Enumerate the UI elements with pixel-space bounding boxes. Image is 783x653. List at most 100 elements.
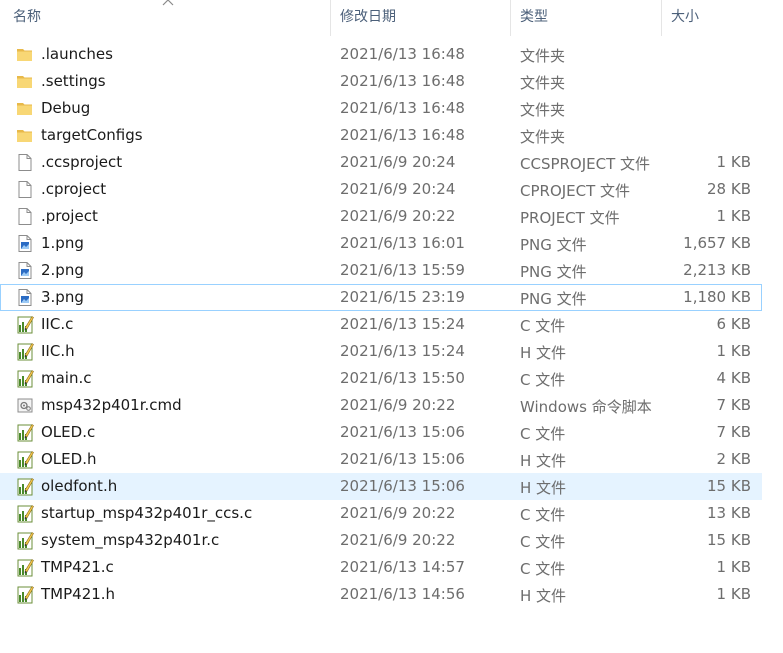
file-row[interactable]: 1.png 2021/6/13 16:01 PNG 文件 1,657 KB — [0, 230, 762, 257]
file-name: oledfont.h — [41, 477, 118, 495]
file-row[interactable]: OLED.c 2021/6/13 15:06 C 文件 7 KB — [0, 419, 762, 446]
blank-file-icon — [16, 180, 34, 199]
file-modified-date: 2021/6/13 15:06 — [340, 423, 465, 441]
file-row[interactable]: targetConfigs 2021/6/13 16:48 文件夹 — [0, 122, 762, 149]
folder-icon — [16, 99, 34, 118]
file-type: C 文件 — [520, 317, 566, 335]
source-file-icon — [16, 504, 34, 523]
source-file-icon — [16, 477, 34, 496]
file-type: CPROJECT 文件 — [520, 182, 631, 200]
file-row[interactable]: oledfont.h 2021/6/13 15:06 H 文件 15 KB — [0, 473, 762, 500]
file-row[interactable]: TMP421.h 2021/6/13 14:56 H 文件 1 KB — [0, 581, 762, 608]
column-header-type[interactable]: 类型 — [511, 0, 662, 36]
file-name: startup_msp432p401r_ccs.c — [41, 504, 253, 522]
file-size: 28 KB — [707, 180, 751, 198]
source-file-icon — [16, 558, 34, 577]
file-modified-date: 2021/6/13 16:48 — [340, 72, 465, 90]
file-row[interactable]: IIC.h 2021/6/13 15:24 H 文件 1 KB — [0, 338, 762, 365]
file-row[interactable]: .ccsproject 2021/6/9 20:24 CCSPROJECT 文件 1 … — [0, 149, 762, 176]
file-modified-date: 2021/6/13 15:24 — [340, 315, 465, 333]
file-row[interactable]: system_msp432p401r.c 2021/6/9 20:22 C 文件 15… — [0, 527, 762, 554]
file-row[interactable]: TMP421.c 2021/6/13 14:57 C 文件 1 KB — [0, 554, 762, 581]
source-file-icon — [16, 531, 34, 550]
column-header-size-label: 大小 — [671, 9, 699, 25]
file-modified-date: 2021/6/13 16:48 — [340, 99, 465, 117]
file-name: main.c — [41, 369, 92, 387]
file-modified-date: 2021/6/13 16:48 — [340, 126, 465, 144]
file-modified-date: 2021/6/9 20:22 — [340, 207, 456, 225]
file-modified-date: 2021/6/13 15:24 — [340, 342, 465, 360]
file-row[interactable]: 3.png 2021/6/15 23:19 PNG 文件 1,180 KB — [0, 284, 762, 311]
file-row[interactable]: msp432p401r.cmd 2021/6/9 20:22 Windows 命令脚… — [0, 392, 762, 419]
file-name: IIC.c — [41, 315, 74, 333]
file-name: IIC.h — [41, 342, 75, 360]
file-modified-date: 2021/6/15 23:19 — [340, 288, 465, 306]
file-name: targetConfigs — [41, 126, 143, 144]
blank-file-icon — [16, 153, 34, 172]
file-type: H 文件 — [520, 452, 567, 470]
file-size: 1 KB — [716, 153, 751, 171]
file-name: .project — [41, 207, 98, 225]
file-type: 文件夹 — [520, 74, 566, 92]
file-explorer: 名称 修改日期 类型 大小 .launches 2021/6/13 16:48 文件… — [0, 0, 783, 653]
file-name: TMP421.c — [41, 558, 114, 576]
file-size: 13 KB — [707, 504, 751, 522]
folder-icon — [16, 45, 34, 64]
file-modified-date: 2021/6/13 15:59 — [340, 261, 465, 279]
file-size: 6 KB — [716, 315, 751, 333]
file-size: 1 KB — [716, 207, 751, 225]
file-type: PNG 文件 — [520, 236, 587, 254]
file-size: 1 KB — [716, 342, 751, 360]
file-modified-date: 2021/6/13 14:56 — [340, 585, 465, 603]
file-row[interactable]: Debug 2021/6/13 16:48 文件夹 — [0, 95, 762, 122]
blank-file-icon — [16, 207, 34, 226]
file-size: 4 KB — [716, 369, 751, 387]
source-file-icon — [16, 315, 34, 334]
script-file-icon — [16, 396, 34, 415]
file-name: OLED.c — [41, 423, 96, 441]
file-name: 3.png — [41, 288, 84, 306]
file-modified-date: 2021/6/13 14:57 — [340, 558, 465, 576]
file-row[interactable]: OLED.h 2021/6/13 15:06 H 文件 2 KB — [0, 446, 762, 473]
file-modified-date: 2021/6/9 20:22 — [340, 531, 456, 549]
file-modified-date: 2021/6/9 20:22 — [340, 504, 456, 522]
file-modified-date: 2021/6/13 16:01 — [340, 234, 465, 252]
file-name: .launches — [41, 45, 113, 63]
file-type: C 文件 — [520, 371, 566, 389]
file-size: 1 KB — [716, 558, 751, 576]
file-type: PROJECT 文件 — [520, 209, 620, 227]
source-file-icon — [16, 342, 34, 361]
file-row[interactable]: main.c 2021/6/13 15:50 C 文件 4 KB — [0, 365, 762, 392]
column-header-size[interactable]: 大小 — [662, 0, 762, 36]
column-header-date[interactable]: 修改日期 — [331, 0, 511, 36]
file-type: 文件夹 — [520, 128, 566, 146]
file-row[interactable]: .cproject 2021/6/9 20:24 CPROJECT 文件 28 KB — [0, 176, 762, 203]
file-row[interactable]: startup_msp432p401r_ccs.c 2021/6/9 20:22 C… — [0, 500, 762, 527]
file-modified-date: 2021/6/9 20:22 — [340, 396, 456, 414]
file-modified-date: 2021/6/13 15:50 — [340, 369, 465, 387]
file-name: Debug — [41, 99, 91, 117]
file-row[interactable]: .launches 2021/6/13 16:48 文件夹 — [0, 41, 762, 68]
file-name: .ccsproject — [41, 153, 123, 171]
file-type: H 文件 — [520, 344, 567, 362]
file-type: PNG 文件 — [520, 290, 587, 308]
source-file-icon — [16, 585, 34, 604]
file-modified-date: 2021/6/9 20:24 — [340, 180, 456, 198]
file-type: C 文件 — [520, 425, 566, 443]
column-header-bar: 名称 修改日期 类型 大小 — [0, 0, 762, 36]
file-row[interactable]: .settings 2021/6/13 16:48 文件夹 — [0, 68, 762, 95]
file-size: 1 KB — [716, 585, 751, 603]
column-header-name[interactable]: 名称 — [0, 0, 331, 36]
file-row[interactable]: .project 2021/6/9 20:22 PROJECT 文件 1 KB — [0, 203, 762, 230]
source-file-icon — [16, 423, 34, 442]
file-type: 文件夹 — [520, 101, 566, 119]
file-size: 1,180 KB — [683, 288, 751, 306]
file-name: system_msp432p401r.c — [41, 531, 220, 549]
file-size: 2,213 KB — [683, 261, 751, 279]
image-file-icon — [16, 288, 34, 307]
column-header-date-label: 修改日期 — [340, 9, 396, 25]
file-row[interactable]: IIC.c 2021/6/13 15:24 C 文件 6 KB — [0, 311, 762, 338]
file-modified-date: 2021/6/9 20:24 — [340, 153, 456, 171]
column-header-name-label: 名称 — [13, 9, 41, 25]
file-row[interactable]: 2.png 2021/6/13 15:59 PNG 文件 2,213 KB — [0, 257, 762, 284]
